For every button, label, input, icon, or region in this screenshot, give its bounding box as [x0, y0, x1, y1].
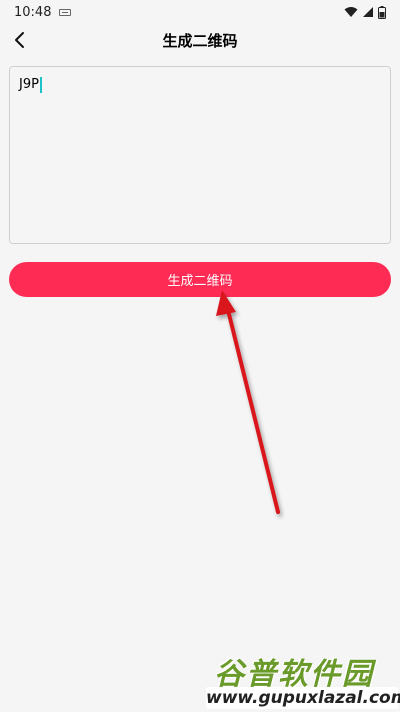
- generate-qr-button-label: 生成二维码: [167, 274, 233, 289]
- battery-icon: [378, 5, 386, 19]
- status-icons: [344, 5, 386, 19]
- keyboard-icon: [59, 8, 72, 16]
- wifi-icon: [344, 7, 358, 17]
- watermark-logo: 谷普软件园 www.gupuxlazal.com: [206, 649, 400, 711]
- generate-qr-button[interactable]: 生成二维码: [9, 262, 391, 297]
- qr-text-value: J9P: [19, 77, 39, 92]
- watermark-url: www.gupuxlazal.com: [206, 687, 400, 709]
- screen: 10:48 生成二维码 J9P 生成二维码 谷普软件园 www.gupuxlaz…: [0, 0, 400, 712]
- status-bar: 10:48: [0, 0, 400, 24]
- page-title: 生成二维码: [162, 32, 238, 50]
- status-time: 10:48: [14, 4, 52, 20]
- qr-text-input[interactable]: J9P: [9, 66, 391, 244]
- signal-icon: [363, 7, 373, 17]
- app-bar: 生成二维码: [0, 24, 400, 56]
- text-caret: [39, 77, 42, 93]
